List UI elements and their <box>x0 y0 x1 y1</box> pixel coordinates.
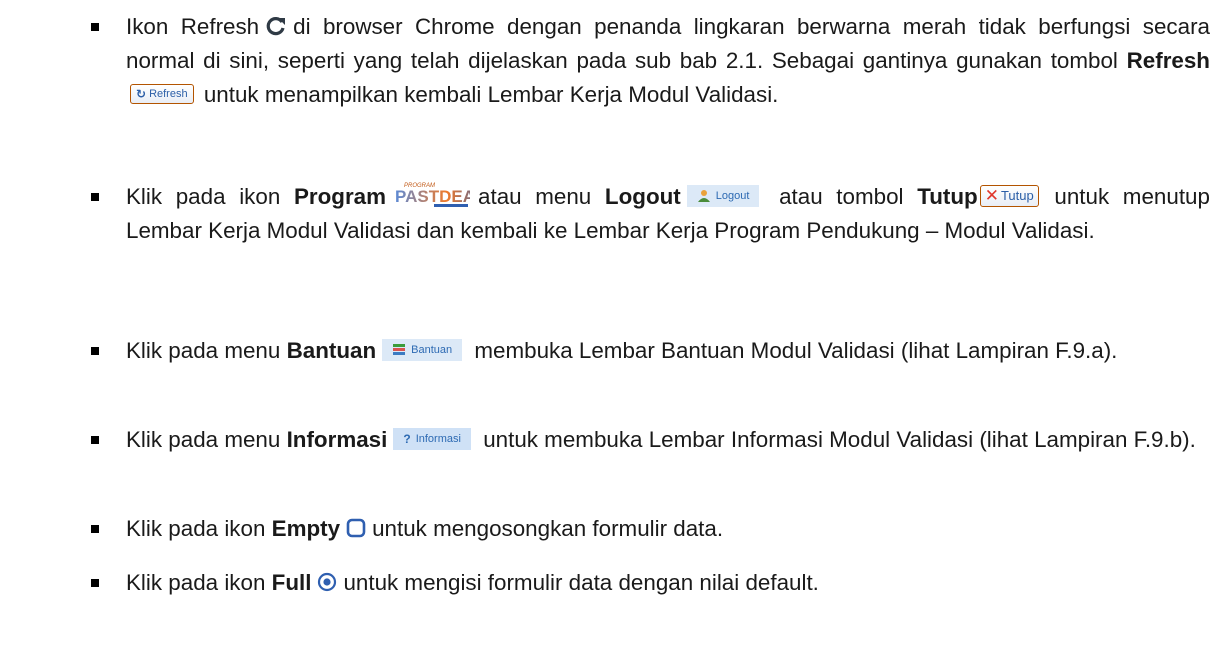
text: atau tombol <box>779 184 904 209</box>
logo-text: PASTDEAM <box>395 187 470 206</box>
pastdeam-logo[interactable]: PROGRAMPASTDEAM <box>394 180 470 208</box>
text: Ikon Refresh <box>126 14 260 39</box>
bold-text: Refresh <box>1126 48 1210 73</box>
text: Klik pada menu <box>126 338 281 363</box>
text: membuka Lembar Bantuan Modul Validasi (l… <box>474 338 1118 363</box>
refresh-button-label: Refresh <box>149 88 188 101</box>
bantuan-label: Bantuan <box>411 344 453 357</box>
text: Klik pada ikon <box>126 516 266 541</box>
radio-icon[interactable] <box>317 572 337 592</box>
paragraph: Klik pada ikon Empty untuk mengosongkan f… <box>126 512 1210 546</box>
bullet-marker <box>91 436 99 444</box>
bantuan-menu[interactable]: Bantuan <box>382 339 463 362</box>
book-icon <box>393 344 406 356</box>
empty-icon[interactable] <box>346 518 366 538</box>
tutup-button[interactable]: ✕ Tutup <box>979 185 1039 208</box>
bullet-marker <box>91 579 99 587</box>
bold-text: Program <box>293 184 387 209</box>
paragraph: Ikon Refresh di browser Chrome dengan pen… <box>126 10 1210 112</box>
bold-text: Empty <box>271 516 341 541</box>
text: Klik pada ikon <box>126 184 281 209</box>
refresh-icon <box>266 17 286 36</box>
bold-text: Informasi <box>286 427 388 452</box>
paragraph: Klik pada menu Bantuan Bantuan membuka Le… <box>126 334 1210 368</box>
text: untuk mengosongkan formulir data. <box>372 516 724 541</box>
refresh-button[interactable]: ↻ Refresh <box>130 84 194 105</box>
paragraph: Klik pada menu Informasi? Informasi untuk… <box>126 423 1210 457</box>
close-icon: ✕ <box>984 186 999 206</box>
text: untuk mengisi formulir data dengan nilai… <box>343 570 819 595</box>
bullet-marker <box>91 347 99 355</box>
bold-text: Logout <box>604 184 681 209</box>
logout-label: Logout <box>715 190 750 203</box>
text: Klik pada menu <box>126 427 281 452</box>
tutup-label: Tutup <box>1000 188 1034 204</box>
bullet-marker <box>91 525 99 533</box>
bold-text: Full <box>271 570 312 595</box>
bullet-marker <box>91 193 99 201</box>
refresh-icon: ↻ <box>136 87 147 102</box>
text: untuk membuka Lembar Informasi Modul Val… <box>483 427 1196 452</box>
informasi-label: Informasi <box>415 433 461 446</box>
text: di browser Chrome dengan penanda lingkar… <box>126 14 1210 73</box>
text: Klik pada ikon <box>126 570 266 595</box>
bold-text: Tutup <box>917 184 978 209</box>
text: untuk menampilkan kembali Lembar Kerja M… <box>203 82 779 107</box>
paragraph: Klik pada ikon Full untuk mengisi formuli… <box>126 566 1210 600</box>
user-icon <box>697 190 710 203</box>
bold-text: Bantuan <box>286 338 377 363</box>
bullet-marker <box>91 23 99 31</box>
document-page: Ikon Refresh di browser Chrome dengan pen… <box>0 0 1224 666</box>
logout-menu[interactable]: Logout <box>686 185 760 208</box>
informasi-menu[interactable]: ? Informasi <box>393 428 471 451</box>
question-icon: ? <box>403 432 411 447</box>
paragraph: Klik pada ikon Program PROGRAMPASTDEAM ata… <box>126 180 1210 248</box>
text: atau menu <box>478 184 592 209</box>
